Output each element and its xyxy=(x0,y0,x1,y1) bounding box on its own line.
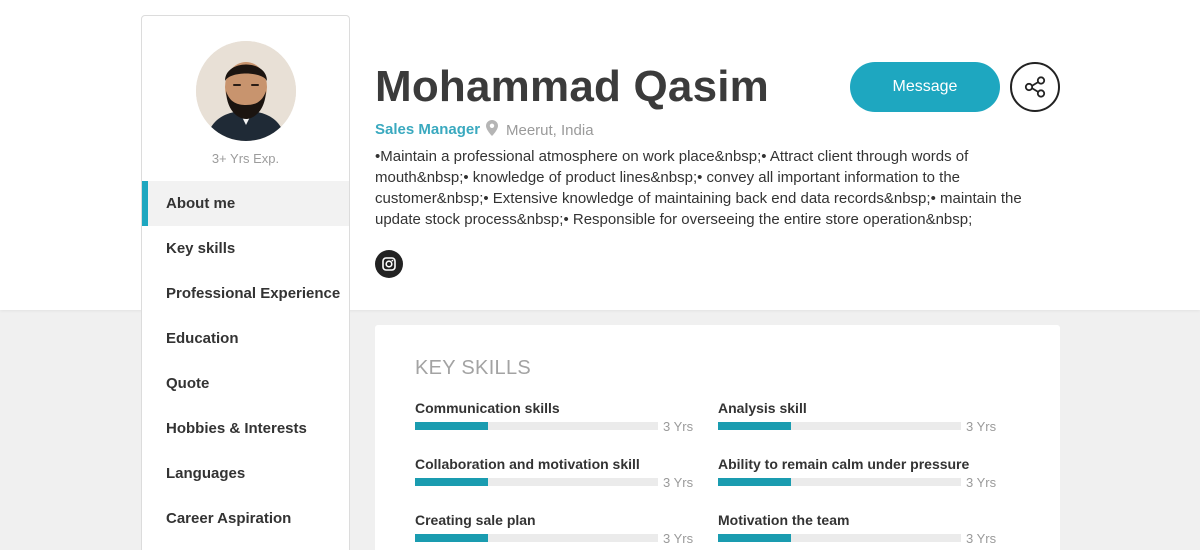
profile-description: •Maintain a professional atmosphere on w… xyxy=(375,148,1022,228)
skill-progress-fill xyxy=(415,534,488,542)
key-skills-title: KEY SKILLS xyxy=(415,357,532,379)
avatar xyxy=(196,41,296,141)
skill-progress-fill xyxy=(718,534,791,542)
share-button[interactable] xyxy=(1010,62,1060,112)
sidebar-item-education[interactable]: Education xyxy=(142,316,349,361)
sidebar-nav: About me Key skills Professional Experie… xyxy=(142,181,349,541)
skill-progress-track xyxy=(718,534,961,542)
skill-progress-track xyxy=(415,478,658,486)
profile-location: Meerut, India xyxy=(486,120,594,140)
skill-progress-fill xyxy=(718,422,791,430)
skill-name: Collaboration and motivation skill xyxy=(415,456,640,472)
sidebar-item-quote[interactable]: Quote xyxy=(142,361,349,406)
skill-item: Collaboration and motivation skill 3 Yrs xyxy=(415,456,695,496)
skill-item: Creating sale plan 3 Yrs xyxy=(415,512,695,550)
skill-progress-track xyxy=(415,534,658,542)
sidebar-item-professional-experience[interactable]: Professional Experience xyxy=(142,271,349,316)
sidebar-item-languages[interactable]: Languages xyxy=(142,451,349,496)
skill-item: Motivation the team 3 Yrs xyxy=(718,512,998,550)
location-pin-icon xyxy=(486,120,498,140)
skill-years: 3 Yrs xyxy=(966,475,997,490)
skill-name: Analysis skill xyxy=(718,400,807,416)
skill-years: 3 Yrs xyxy=(663,419,694,434)
message-button[interactable]: Message xyxy=(850,62,1000,112)
sidebar-item-hobbies-interests[interactable]: Hobbies & Interests xyxy=(142,406,349,451)
skill-years: 3 Yrs xyxy=(663,531,694,546)
profile-name: Mohammad Qasim xyxy=(375,62,770,111)
skill-progress-track xyxy=(718,478,961,486)
profile-sidebar: 3+ Yrs Exp. About me Key skills Professi… xyxy=(141,15,350,550)
skill-item: Analysis skill 3 Yrs xyxy=(718,400,998,440)
skill-years: 3 Yrs xyxy=(966,531,997,546)
skill-progress-fill xyxy=(718,478,791,486)
skill-years: 3 Yrs xyxy=(663,475,694,490)
skill-progress-fill xyxy=(415,478,488,486)
skill-name: Communication skills xyxy=(415,400,560,416)
experience-label: 3+ Yrs Exp. xyxy=(211,151,280,166)
instagram-icon[interactable] xyxy=(375,250,403,278)
skill-progress-track xyxy=(718,422,961,430)
profile-role: Sales Manager xyxy=(375,121,481,138)
avatar-photo xyxy=(196,41,296,141)
skill-progress-track xyxy=(415,422,658,430)
skill-progress-fill xyxy=(415,422,488,430)
sidebar-item-about-me[interactable]: About me xyxy=(142,181,349,226)
skill-name: Ability to remain calm under pressure xyxy=(718,456,970,472)
share-icon xyxy=(1024,76,1046,98)
skill-item: Communication skills 3 Yrs xyxy=(415,400,695,440)
skill-item: Ability to remain calm under pressure 3 … xyxy=(718,456,998,496)
skill-name: Motivation the team xyxy=(718,512,850,528)
key-skills-card: KEY SKILLS Communication skills 3 Yrs An… xyxy=(375,325,1060,550)
sidebar-item-career-aspiration[interactable]: Career Aspiration xyxy=(142,496,349,541)
sidebar-item-key-skills[interactable]: Key skills xyxy=(142,226,349,271)
location-text: Meerut, India xyxy=(506,121,594,139)
skill-name: Creating sale plan xyxy=(415,512,536,528)
skill-years: 3 Yrs xyxy=(966,419,997,434)
